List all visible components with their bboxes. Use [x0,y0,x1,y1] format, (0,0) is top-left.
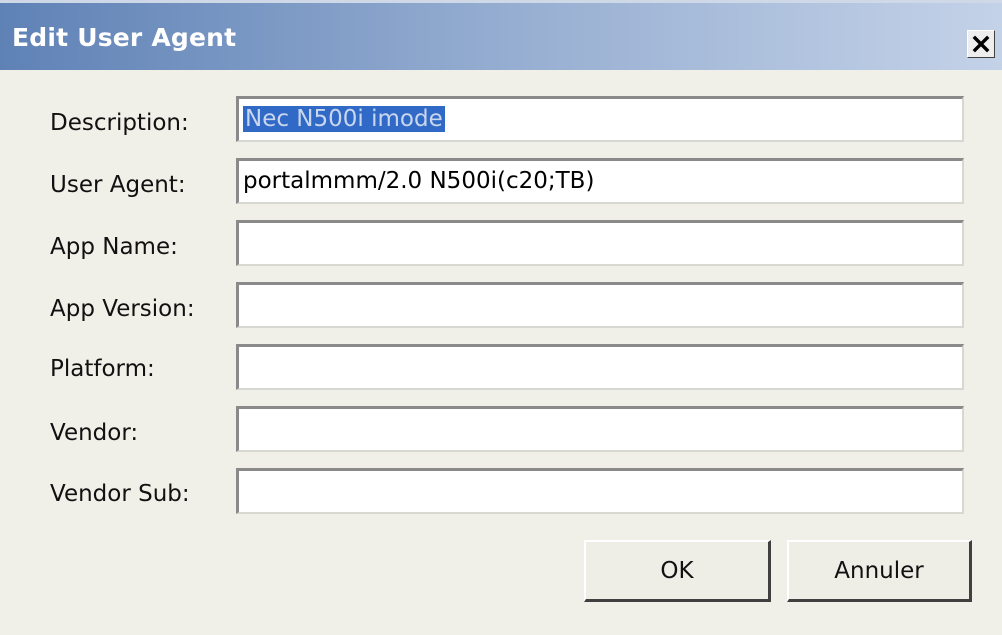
user-agent-field[interactable]: portalmmm/2.0 N500i(c20;TB) [236,158,964,204]
vendor-sub-field[interactable] [236,468,964,514]
app-version-field[interactable] [236,282,964,328]
cancel-button[interactable]: Annuler [787,540,972,602]
close-x-icon [972,35,990,53]
platform-label: Platform: [50,356,155,382]
edit-user-agent-dialog: Edit User Agent Description: Nec N500i i… [0,0,1002,635]
vendor-sub-label: Vendor Sub: [50,481,190,507]
vendor-field[interactable] [236,406,964,452]
platform-field[interactable] [236,344,964,390]
description-field[interactable]: Nec N500i imode [236,96,964,142]
app-name-field[interactable] [236,220,964,266]
description-value: Nec N500i imode [243,106,445,132]
description-label: Description: [50,110,189,136]
dialog-title: Edit User Agent [12,23,237,52]
vendor-label: Vendor: [50,420,139,446]
app-name-label: App Name: [50,234,178,260]
user-agent-label: User Agent: [50,172,186,198]
close-button[interactable] [967,30,995,58]
ok-button[interactable]: OK [584,540,771,602]
title-bar[interactable]: Edit User Agent [0,0,1002,70]
app-version-label: App Version: [50,296,195,322]
user-agent-value: portalmmm/2.0 N500i(c20;TB) [243,168,595,194]
